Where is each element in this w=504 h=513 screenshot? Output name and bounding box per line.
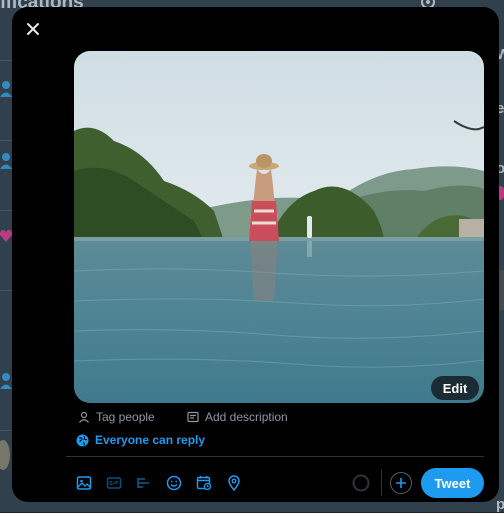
description-icon xyxy=(187,411,199,423)
compose-tweet-modal: Edit Tag people Add description Everyone… xyxy=(12,7,499,502)
tag-people-button[interactable]: Tag people xyxy=(78,408,155,426)
gif-button[interactable] xyxy=(104,473,124,493)
close-icon xyxy=(27,23,39,35)
toolbar-divider xyxy=(66,456,484,457)
schedule-icon xyxy=(196,476,212,491)
toolbar-separator xyxy=(381,470,382,496)
emoji-button[interactable] xyxy=(164,473,184,493)
emoji-icon xyxy=(166,475,182,491)
modal-header xyxy=(12,7,499,51)
pool-photo xyxy=(74,51,484,403)
media-button[interactable] xyxy=(74,473,94,493)
plus-icon xyxy=(396,478,406,488)
tweet-button[interactable]: Tweet xyxy=(421,468,484,498)
reply-setting-button[interactable]: Everyone can reply xyxy=(76,431,205,449)
poll-button[interactable] xyxy=(134,473,154,493)
globe-icon xyxy=(76,434,89,446)
location-icon xyxy=(228,475,240,491)
add-description-label: Add description xyxy=(205,410,288,424)
attached-photo xyxy=(74,51,484,403)
tag-people-label: Tag people xyxy=(96,410,155,424)
media-icon xyxy=(76,476,92,490)
gif-icon xyxy=(106,477,122,489)
schedule-button[interactable] xyxy=(194,473,214,493)
person-icon xyxy=(79,411,89,423)
character-count-ring xyxy=(352,474,370,492)
compose-toolbar xyxy=(74,473,244,493)
add-description-button[interactable]: Add description xyxy=(187,408,288,426)
location-button[interactable] xyxy=(224,473,244,493)
poll-icon xyxy=(137,478,149,488)
close-button[interactable] xyxy=(22,18,44,40)
reply-setting-label: Everyone can reply xyxy=(95,433,206,447)
add-tweet-button[interactable] xyxy=(390,472,412,494)
edit-media-button[interactable]: Edit xyxy=(431,376,479,400)
